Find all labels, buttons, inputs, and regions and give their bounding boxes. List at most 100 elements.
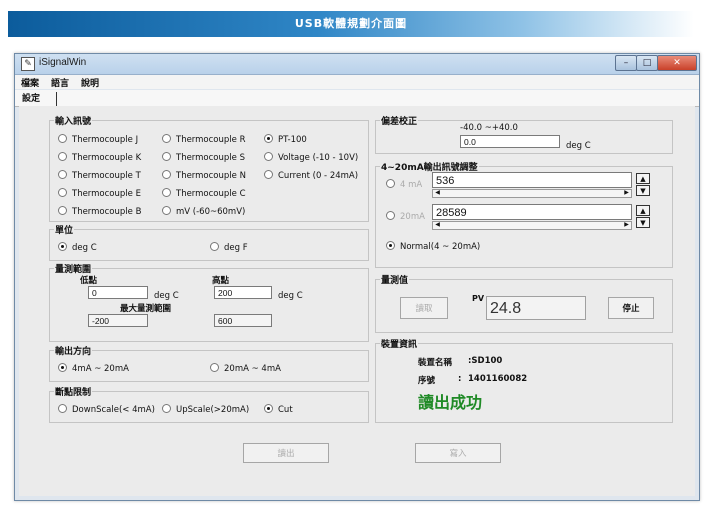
radio-dot-icon xyxy=(58,152,67,161)
value-4ma-input[interactable]: 536 xyxy=(432,172,632,188)
radio-current[interactable]: Current (0 - 24mA) xyxy=(264,170,358,181)
device-name-value: :SD100 xyxy=(468,356,503,366)
radio-dot-icon xyxy=(264,404,273,413)
radio-dot-icon xyxy=(210,363,219,372)
radio-mv[interactable]: mV (-60~60mV) xyxy=(162,206,245,217)
max-range-low: -200 xyxy=(88,314,148,327)
radio-thermocouple-c[interactable]: Thermocouple C xyxy=(162,188,246,199)
radio-deg-f[interactable]: deg F xyxy=(210,242,248,253)
high-point-label: 高點 xyxy=(212,276,230,286)
tab-settings[interactable]: 設定 xyxy=(19,92,57,106)
radio-20ma[interactable]: 20mA xyxy=(386,211,425,222)
high-unit-label: deg C xyxy=(278,291,303,301)
close-button[interactable]: ✕ xyxy=(657,55,697,71)
radio-dot-icon xyxy=(58,404,67,413)
radio-thermocouple-j[interactable]: Thermocouple J xyxy=(58,134,138,145)
scroll-right-icon[interactable]: ▶ xyxy=(622,221,631,229)
input-signal-title: 輸入訊號 xyxy=(54,114,93,127)
radio-thermocouple-s[interactable]: Thermocouple S xyxy=(162,152,245,163)
radio-thermocouple-n[interactable]: Thermocouple N xyxy=(162,170,246,181)
radio-thermocouple-e[interactable]: Thermocouple E xyxy=(58,188,141,199)
measure-title: 量測值 xyxy=(380,273,410,286)
break-limit-title: 斷點限制 xyxy=(54,385,93,398)
radio-voltage[interactable]: Voltage (-10 - 10V) xyxy=(264,152,358,163)
radio-thermocouple-r[interactable]: Thermocouple R xyxy=(162,134,246,145)
offset-title: 偏差校正 xyxy=(380,114,419,127)
spin-down-4ma-icon[interactable]: ▼ xyxy=(636,185,650,196)
menu-help[interactable]: 說明 xyxy=(81,76,99,89)
scroll-left-icon[interactable]: ◀ xyxy=(433,221,442,229)
offset-input[interactable]: 0.0 xyxy=(460,135,560,148)
menu-file[interactable]: 檔案 xyxy=(21,76,39,89)
spin-down-20ma-icon[interactable]: ▼ xyxy=(636,217,650,228)
pv-value-display: 24.8 xyxy=(486,296,586,320)
scroll-left-icon[interactable]: ◀ xyxy=(433,189,442,197)
radio-dot-icon xyxy=(58,134,67,143)
stop-button[interactable]: 停止 xyxy=(608,297,654,319)
status-message: 讀出成功 xyxy=(418,393,483,412)
radio-dot-icon xyxy=(162,188,171,197)
minimize-button[interactable]: – xyxy=(615,55,637,71)
max-range-high: 600 xyxy=(214,314,272,327)
settings-panel: 輸入訊號 Thermocouple J Thermocouple R PT-10… xyxy=(19,106,695,496)
offset-unit-label: deg C xyxy=(566,141,591,151)
radio-4ma[interactable]: 4 mA xyxy=(386,179,422,190)
scrollbar-20ma[interactable] xyxy=(432,221,632,230)
measure-group: 量測值 讀取 PV 24.8 停止 xyxy=(375,273,673,333)
serial-separator: : xyxy=(458,374,462,384)
serial-value: 1401160082 xyxy=(468,374,528,384)
title-bar[interactable]: ✎ iSignalWin – □ ✕ xyxy=(15,54,699,75)
radio-deg-c[interactable]: deg C xyxy=(58,242,97,253)
low-point-label: 低點 xyxy=(80,276,98,286)
pv-label: PV xyxy=(472,294,485,303)
spin-up-20ma-icon[interactable]: ▲ xyxy=(636,205,650,216)
radio-20-4ma[interactable]: 20mA ~ 4mA xyxy=(210,363,281,374)
header-banner: USB軟體規劃介面圖 xyxy=(8,11,694,37)
offset-group: 偏差校正 -40.0 ~+40.0 0.0 deg C xyxy=(375,114,673,154)
radio-dot-icon xyxy=(264,152,273,161)
radio-dot-icon xyxy=(58,242,67,251)
spin-up-4ma-icon[interactable]: ▲ xyxy=(636,173,650,184)
radio-dot-icon xyxy=(386,211,395,220)
scroll-right-icon[interactable]: ▶ xyxy=(622,189,631,197)
value-20ma-input[interactable]: 28589 xyxy=(432,204,632,220)
window-title: iSignalWin xyxy=(39,57,87,68)
serial-label: 序號 xyxy=(418,376,436,386)
offset-range-label: -40.0 ~+40.0 xyxy=(460,123,518,133)
read-out-button[interactable]: 讀出 xyxy=(243,443,329,463)
menu-language[interactable]: 語言 xyxy=(51,76,69,89)
radio-normal[interactable]: Normal(4 ~ 20mA) xyxy=(386,241,480,252)
input-signal-group: 輸入訊號 Thermocouple J Thermocouple R PT-10… xyxy=(49,114,369,222)
radio-dot-icon xyxy=(210,242,219,251)
app-window: ✎ iSignalWin – □ ✕ 檔案 語言 說明 設定 輸入訊號 Ther… xyxy=(14,53,700,501)
maximize-button[interactable]: □ xyxy=(636,55,658,71)
unit-group: 單位 deg C deg F xyxy=(49,223,369,261)
read-button[interactable]: 讀取 xyxy=(400,297,448,319)
low-point-input[interactable]: 0 xyxy=(88,286,148,299)
radio-cut[interactable]: Cut xyxy=(264,404,293,415)
range-group: 量測範圍 低點 高點 0 deg C 200 deg C 最大量測範圍 -200… xyxy=(49,262,369,342)
radio-dot-icon xyxy=(264,170,273,179)
output-direction-title: 輸出方向 xyxy=(54,344,93,357)
radio-downscale[interactable]: DownScale(< 4mA) xyxy=(58,404,155,415)
radio-dot-icon xyxy=(58,363,67,372)
radio-pt100[interactable]: PT-100 xyxy=(264,134,307,145)
radio-dot-icon xyxy=(162,404,171,413)
radio-dot-icon xyxy=(162,134,171,143)
write-in-button[interactable]: 寫入 xyxy=(415,443,501,463)
radio-thermocouple-b[interactable]: Thermocouple B xyxy=(58,206,141,217)
low-unit-label: deg C xyxy=(154,291,179,301)
radio-dot-icon xyxy=(386,179,395,188)
radio-thermocouple-t[interactable]: Thermocouple T xyxy=(58,170,141,181)
radio-dot-icon xyxy=(162,206,171,215)
app-icon: ✎ xyxy=(21,57,35,71)
scrollbar-4ma[interactable] xyxy=(432,189,632,198)
output-direction-group: 輸出方向 4mA ~ 20mA 20mA ~ 4mA xyxy=(49,344,369,382)
radio-dot-icon xyxy=(386,241,395,250)
radio-dot-icon xyxy=(162,152,171,161)
max-range-label: 最大量測範圍 xyxy=(120,304,172,314)
radio-4-20ma[interactable]: 4mA ~ 20mA xyxy=(58,363,129,374)
radio-upscale[interactable]: UpScale(>20mA) xyxy=(162,404,249,415)
high-point-input[interactable]: 200 xyxy=(214,286,272,299)
radio-thermocouple-k[interactable]: Thermocouple K xyxy=(58,152,141,163)
